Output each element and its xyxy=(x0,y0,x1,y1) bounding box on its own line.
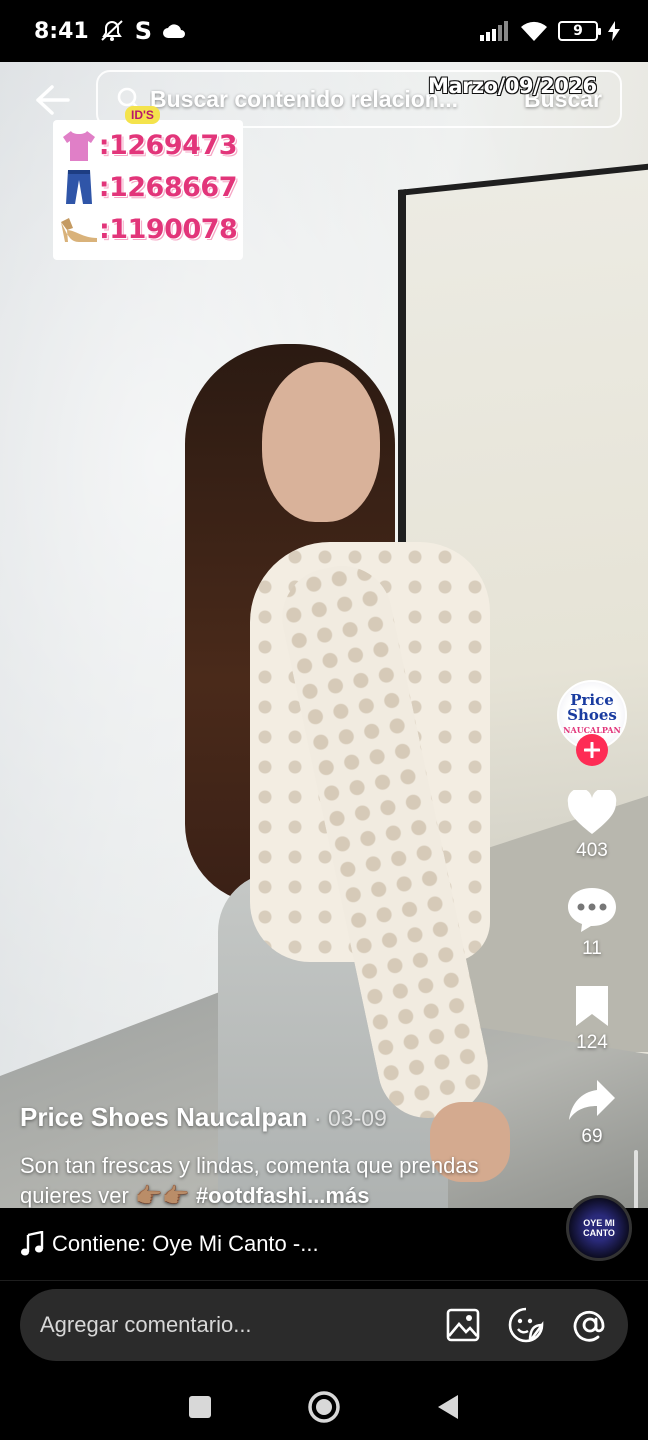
id-value: :1268667 xyxy=(98,171,238,203)
date-stamp: Marzo/09/2026 xyxy=(428,74,597,98)
cloud-icon xyxy=(162,23,186,39)
status-bar: 8:41 S 9 xyxy=(0,0,648,62)
id-value: :1269473 xyxy=(98,129,238,161)
comment-placeholder: Agregar comentario... xyxy=(40,1312,252,1337)
charging-icon xyxy=(608,21,620,41)
author-name[interactable]: Price Shoes Naucalpan · 03-09 xyxy=(20,1102,540,1133)
disc-label: OYE MI CANTO xyxy=(583,1218,615,1238)
sound-disc[interactable]: OYE MI CANTO xyxy=(566,1195,632,1261)
caption-text[interactable]: Son tan frescas y lindas, comenta que pr… xyxy=(20,1151,540,1211)
person-face xyxy=(262,362,380,522)
share-button[interactable]: 69 xyxy=(567,1078,617,1148)
comment-icon xyxy=(568,888,616,932)
back-button[interactable] xyxy=(30,78,74,122)
wifi-icon xyxy=(520,20,548,42)
sound-title: Contiene: Oye Mi Canto -... xyxy=(52,1231,319,1256)
share-count: 69 xyxy=(581,1126,603,1147)
id-row-jeans: :1268667 xyxy=(59,166,238,208)
mention-icon[interactable] xyxy=(572,1307,608,1343)
comment-bar: Agregar comentario... xyxy=(0,1280,648,1374)
triangle-back-icon xyxy=(438,1395,459,1419)
more-link[interactable]: ...más xyxy=(307,1183,369,1208)
caption: Price Shoes Naucalpan · 03-09 Son tan fr… xyxy=(20,1102,540,1211)
ids-tag: ID'S xyxy=(125,106,160,124)
image-icon[interactable] xyxy=(446,1308,480,1342)
heel-icon xyxy=(59,214,99,244)
save-count: 124 xyxy=(576,1032,608,1053)
s-icon: S xyxy=(134,17,153,45)
back-arrow-icon xyxy=(36,85,70,115)
ids-sticker: ID'S :1269473 :1268667 :1190078 xyxy=(53,106,243,260)
post-date: · 03-09 xyxy=(307,1105,387,1131)
circle-icon xyxy=(308,1391,340,1423)
like-count: 403 xyxy=(576,840,608,861)
home-button[interactable] xyxy=(307,1390,341,1424)
back-nav-button[interactable] xyxy=(436,1393,460,1421)
id-row-blouse: :1269473 xyxy=(59,124,238,166)
heart-icon xyxy=(567,790,617,834)
blouse-icon xyxy=(59,127,99,163)
share-icon xyxy=(569,1080,615,1120)
sticker-icon[interactable] xyxy=(508,1307,544,1343)
comment-count: 11 xyxy=(582,938,602,959)
comment-input[interactable]: Agregar comentario... xyxy=(20,1289,628,1361)
recents-button[interactable] xyxy=(188,1395,212,1419)
square-icon xyxy=(188,1396,211,1418)
follow-button[interactable] xyxy=(576,734,608,766)
bookmark-icon xyxy=(576,986,608,1026)
avatar-name: Price Shoes xyxy=(567,690,617,724)
battery-icon: 9 xyxy=(558,21,601,41)
action-rail: Price Shoes NAUCALPAN 403 11 124 69 xyxy=(550,680,634,1148)
system-nav-bar xyxy=(0,1374,648,1440)
mute-icon xyxy=(99,19,125,43)
plus-icon xyxy=(584,742,600,758)
progress-indicator xyxy=(634,1150,638,1210)
status-time: 8:41 xyxy=(34,18,89,44)
id-row-heel: :1190078 xyxy=(59,208,238,250)
comment-button[interactable]: 11 xyxy=(566,886,618,960)
music-note-icon xyxy=(20,1231,44,1257)
sound-bar[interactable]: Contiene: Oye Mi Canto -... xyxy=(0,1208,648,1280)
author-label: Price Shoes Naucalpan xyxy=(20,1102,308,1132)
id-value: :1190078 xyxy=(99,213,238,245)
save-button[interactable]: 124 xyxy=(572,984,612,1054)
avatar-logo: Price Shoes NAUCALPAN xyxy=(559,690,625,738)
hashtag-link[interactable]: #ootdfashi xyxy=(196,1183,307,1208)
like-button[interactable]: 403 xyxy=(566,790,618,862)
signal-icon xyxy=(480,21,510,41)
jeans-icon xyxy=(59,168,99,206)
